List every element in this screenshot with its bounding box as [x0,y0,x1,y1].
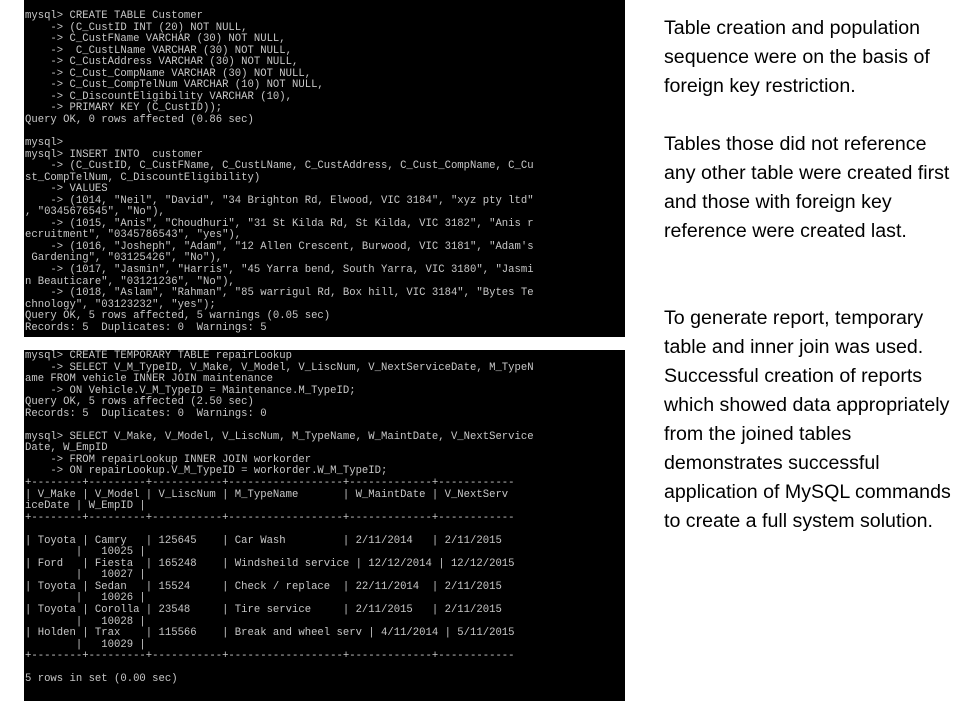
console-line: -> ON Vehicle.V_M_TypeID = Maintenance.M… [25,384,356,397]
console-line: Query OK, 0 rows affected (0.86 sec) [25,113,254,126]
console-line: -> PRIMARY KEY (C_CustID)); [25,102,223,115]
console-line: | V_Make | V_Model | V_LiscNum | M_TypeN… [25,488,509,501]
console-line: -> (1014, "Neil", "David", "34 Brighton … [25,194,534,207]
note-paragraph-report: To generate report, temporary table and … [664,307,951,532]
console-output-create-insert: mysql> CREATE TABLE Customer -> (C_CustI… [24,0,625,334]
console-line: -> C_CustFName VARCHAR (30) NOT NULL, [25,33,286,46]
console-line: -> C_CustLName VARCHAR (30) NOT NULL, [25,44,293,57]
console-line: Query OK, 5 rows affected, 5 warnings (0… [25,310,331,323]
console-line: 5 rows in set (0.00 sec) [25,673,178,686]
note-paragraph-table-sequence: Table creation and population sequence w… [664,17,930,97]
console-line: | 10028 | [25,615,146,628]
console-line: -> C_DiscountEligibility VARCHAR (10), [25,90,293,103]
console-window-create-insert: mysql> CREATE TABLE Customer -> (C_CustI… [24,0,625,337]
console-line: -> (C_CustID, C_CustFName, C_CustLName, … [25,160,534,173]
console-line: mysql> SELECT V_Make, V_Model, V_LiscNum… [25,430,534,443]
console-line: mysql> [25,137,64,150]
console-line: +--------+---------+-----------+--------… [25,477,515,490]
console-line: -> C_Cust_CompTelNum VARCHAR (10) NOT NU… [25,79,324,92]
console-line: , "0345676545", "No"), [25,206,165,219]
console-line: -> C_Cust_CompName VARCHAR (30) NOT NULL… [25,67,312,80]
console-line: Records: 5 Duplicates: 0 Warnings: 0 [25,407,267,420]
console-line: -> (1018, "Aslam", "Rahman", "85 warrigu… [25,287,534,300]
note-paragraph-table-order: Tables those did not reference any other… [664,133,950,242]
console-line: | 10029 | [25,638,146,651]
console-line: -> (1015, "Anis", "Choudhuri", "31 St Ki… [25,217,534,230]
explanation-notes: Table creation and population sequence w… [664,14,954,536]
console-line: -> (C_CustID INT (20) NOT NULL, [25,21,248,34]
console-line: -> FROM repairLookup INNER JOIN workorde… [25,453,312,466]
console-line: mysql> CREATE TEMPORARY TABLE repairLook… [25,350,293,362]
console-line: | 10025 | [25,546,146,559]
console-line: | Holden | Trax | 115566 | Break and whe… [25,627,515,640]
console-line: Date, W_EmpID [25,442,108,455]
console-line: +--------+---------+-----------+--------… [25,511,515,524]
console-line: chnology", "03123232", "yes"); [25,298,216,311]
console-line: | 10026 | [25,592,146,605]
console-line: Query OK, 5 rows affected (2.50 sec) [25,396,254,409]
console-line: n Beauticare", "03121236", "No"), [25,275,235,288]
console-line: mysql> INSERT INTO customer [25,148,204,161]
console-line: -> ON repairLookup.V_M_TypeID = workorde… [25,465,388,478]
console-window-report-query: mysql> CREATE TEMPORARY TABLE repairLook… [24,350,625,701]
console-line: | Toyota | Corolla | 23548 | Tire servic… [25,604,502,617]
console-line: -> (1017, "Jasmin", "Harris", "45 Yarra … [25,264,534,277]
console-line: +--------+---------+-----------+--------… [25,650,515,663]
console-output-report-query: mysql> CREATE TEMPORARY TABLE repairLook… [24,350,625,686]
console-line: -> (1016, "Josheph", "Adam", "12 Allen C… [25,240,534,253]
console-line: -> SELECT V_M_TypeID, V_Make, V_Model, V… [25,361,534,374]
console-line: ame FROM vehicle INNER JOIN maintenance [25,373,273,386]
console-line: mysql> CREATE TABLE Customer [25,10,204,22]
console-line: Gardening", "03125426", "No"), [25,252,223,265]
console-line: st_CompTelNum, C_DiscountEligibility) [25,171,261,184]
console-line: | Toyota | Sedan | 15524 | Check / repla… [25,580,502,593]
console-line: ecruitment", "0345786543", "yes"), [25,229,242,242]
console-line: Records: 5 Duplicates: 0 Warnings: 5 [25,321,267,334]
console-line: | 10027 | [25,569,146,582]
console-line: | Ford | Fiesta | 165248 | Windsheild se… [25,557,515,570]
console-line: -> VALUES [25,183,108,196]
console-line: -> C_CustAddress VARCHAR (30) NOT NULL, [25,56,299,69]
console-line: | Toyota | Camry | 125645 | Car Wash | 2… [25,534,502,547]
console-line: iceDate | W_EmpID | [25,500,146,513]
